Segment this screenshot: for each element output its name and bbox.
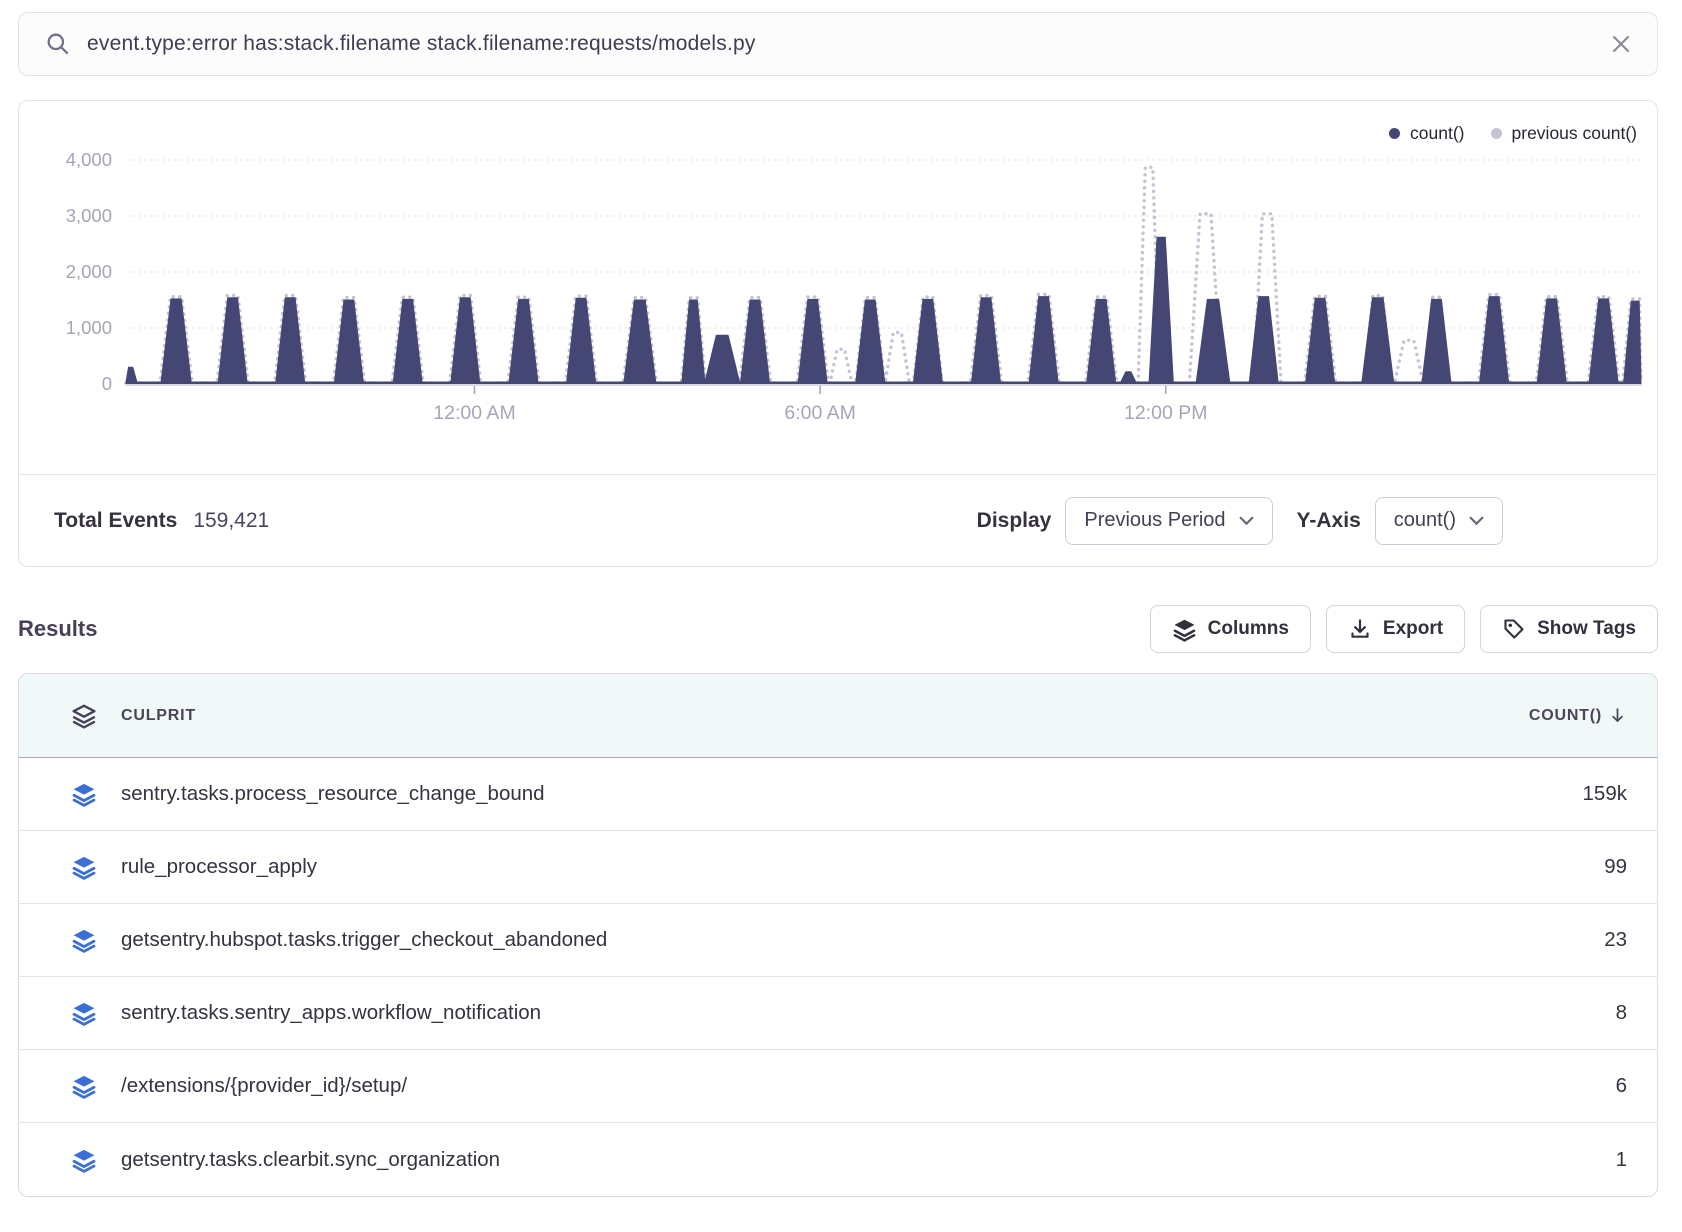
results-table: CULPRIT COUNT() sentry.tasks.process_res…: [18, 673, 1658, 1197]
svg-text:3,000: 3,000: [66, 205, 112, 226]
table-row: getsentry.hubspot.tasks.trigger_checkout…: [19, 904, 1657, 977]
chart-footer: Total Events 159,421 Display Previous Pe…: [19, 474, 1657, 566]
culprit-cell: /extensions/{provider_id}/setup/: [121, 1074, 407, 1098]
yaxis-dropdown-value: count(): [1394, 509, 1456, 532]
stack-icon[interactable]: [71, 1000, 97, 1026]
table-row: rule_processor_apply 99: [19, 831, 1657, 904]
table-header-row: CULPRIT COUNT(): [19, 674, 1657, 758]
legend-label: previous count(): [1512, 123, 1637, 144]
export-button-label: Export: [1383, 618, 1443, 640]
svg-text:2,000: 2,000: [66, 261, 112, 282]
culprit-cell: sentry.tasks.process_resource_change_bou…: [121, 782, 545, 806]
sort-desc-arrow-icon: [1608, 706, 1627, 725]
table-row: /extensions/{provider_id}/setup/ 6: [19, 1050, 1657, 1123]
total-events-label: Total Events: [54, 509, 177, 533]
chevron-down-icon: [1239, 516, 1254, 526]
results-header-row: Results Columns Export: [18, 605, 1658, 653]
events-time-series-chart: 0 1,000 2,000 3,000 4,000 12:00 AM 6:00 AM 12:0…: [19, 111, 1659, 466]
culprit-cell: getsentry.tasks.clearbit.sync_organizati…: [121, 1148, 500, 1172]
count-cell: 23: [1604, 928, 1627, 952]
stack-icon[interactable]: [71, 1147, 97, 1173]
yaxis-dropdown[interactable]: count(): [1375, 497, 1503, 545]
export-button[interactable]: Export: [1326, 605, 1465, 653]
layers-icon: [1172, 617, 1197, 642]
table-row: sentry.tasks.process_resource_change_bou…: [19, 758, 1657, 831]
stack-icon[interactable]: [71, 781, 97, 807]
stack-icon[interactable]: [71, 854, 97, 880]
column-header-culprit[interactable]: CULPRIT: [121, 707, 196, 725]
chart-legend: count() previous count(): [1389, 123, 1637, 144]
search-query[interactable]: event.type:error has:stack.filename stac…: [87, 32, 756, 56]
culprit-cell: getsentry.hubspot.tasks.trigger_checkout…: [121, 928, 607, 952]
table-row: getsentry.tasks.clearbit.sync_organizati…: [19, 1123, 1657, 1196]
display-dropdown[interactable]: Previous Period: [1065, 497, 1272, 545]
total-events-value: 159,421: [193, 509, 269, 533]
display-dropdown-value: Previous Period: [1084, 509, 1225, 532]
search-bar[interactable]: event.type:error has:stack.filename stac…: [18, 12, 1658, 76]
svg-text:6:00 AM: 6:00 AM: [784, 402, 856, 424]
count-cell: 6: [1616, 1074, 1627, 1098]
show-tags-button-label: Show Tags: [1537, 618, 1636, 640]
column-header-count[interactable]: COUNT(): [1529, 706, 1627, 725]
yaxis-label: Y-Axis: [1297, 509, 1361, 533]
svg-text:1,000: 1,000: [66, 317, 112, 338]
count-cell: 1: [1616, 1148, 1627, 1172]
results-actions: Columns Export Show Tags: [1150, 605, 1658, 653]
count-cell: 8: [1616, 1001, 1627, 1025]
table-row: sentry.tasks.sentry_apps.workflow_notifi…: [19, 977, 1657, 1050]
chart-panel: count() previous count() 0 1,000 2,000 3,00…: [18, 100, 1658, 567]
columns-button-label: Columns: [1208, 618, 1289, 640]
previous-series-dot: [1491, 128, 1502, 139]
svg-text:12:00 PM: 12:00 PM: [1124, 402, 1207, 424]
svg-text:12:00 AM: 12:00 AM: [433, 402, 515, 424]
legend-label: count(): [1410, 123, 1464, 144]
close-icon[interactable]: [1609, 32, 1633, 56]
svg-text:0: 0: [102, 373, 112, 394]
tag-icon: [1502, 617, 1526, 641]
culprit-cell: sentry.tasks.sentry_apps.workflow_notifi…: [121, 1001, 541, 1025]
count-header-label: COUNT(): [1529, 707, 1602, 725]
results-heading: Results: [18, 616, 97, 642]
legend-item-previous-count[interactable]: previous count(): [1491, 123, 1637, 144]
svg-text:4,000: 4,000: [66, 149, 112, 170]
legend-item-count[interactable]: count(): [1389, 123, 1464, 144]
page: event.type:error has:stack.filename stac…: [18, 12, 1658, 1197]
show-tags-button[interactable]: Show Tags: [1480, 605, 1658, 653]
magnifier-icon: [45, 31, 71, 57]
chevron-down-icon: [1469, 516, 1484, 526]
columns-button[interactable]: Columns: [1150, 605, 1311, 653]
stack-icon[interactable]: [71, 703, 97, 729]
count-cell: 159k: [1583, 782, 1627, 806]
download-icon: [1348, 617, 1372, 641]
count-series-dot: [1389, 128, 1400, 139]
stack-icon[interactable]: [71, 927, 97, 953]
count-cell: 99: [1604, 855, 1627, 879]
culprit-cell: rule_processor_apply: [121, 855, 317, 879]
display-label: Display: [977, 509, 1052, 533]
stack-icon[interactable]: [71, 1073, 97, 1099]
